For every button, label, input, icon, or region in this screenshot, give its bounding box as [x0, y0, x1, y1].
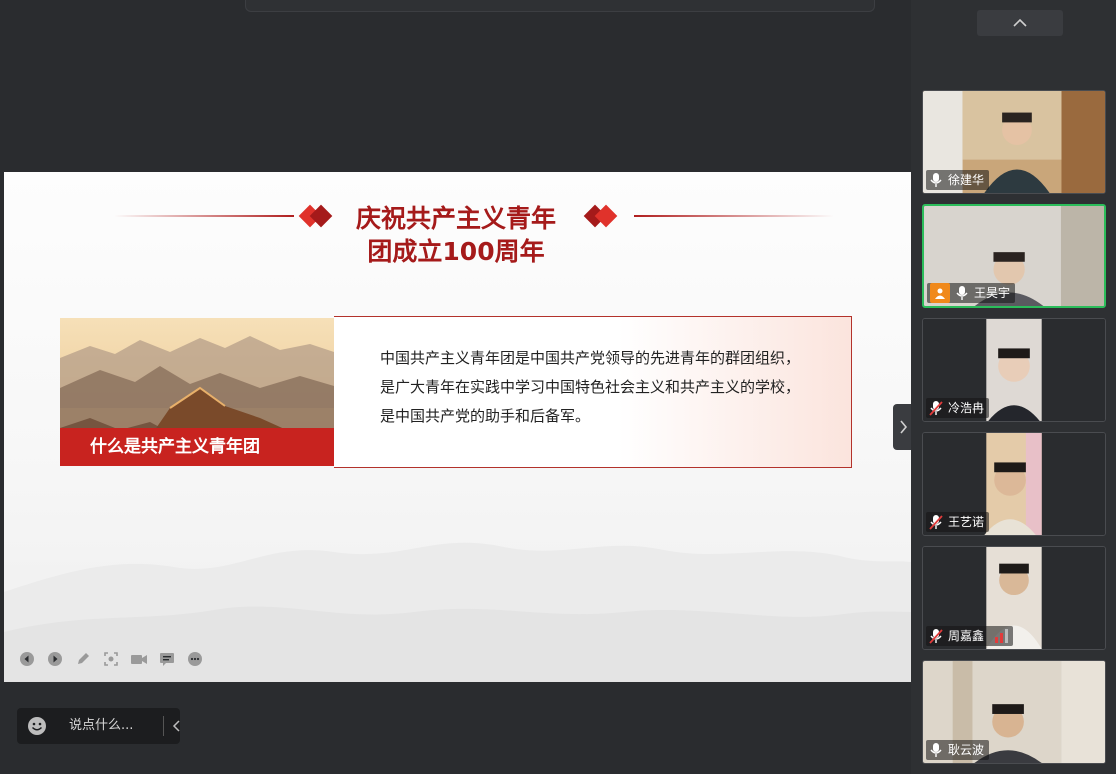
- camera-icon[interactable]: [130, 650, 148, 668]
- participant-tile-active[interactable]: 王昊宇: [922, 204, 1106, 308]
- chat-input[interactable]: 说点什么...: [69, 708, 159, 744]
- participant-nameplate: 周嘉鑫: [926, 626, 1014, 646]
- participant-nameplate: 王艺诺: [926, 512, 990, 532]
- microphone-icon: [930, 743, 942, 757]
- weak-signal-icon: [995, 629, 1009, 643]
- slide-title-line1: 庆祝共产主义青年: [355, 204, 556, 233]
- fit-screen-icon[interactable]: [102, 650, 120, 668]
- participant-name: 耿云波: [948, 743, 985, 757]
- participant-tile[interactable]: 王艺诺: [922, 432, 1106, 536]
- slide-title-block: 庆祝共产主义青年 团成立100周年: [114, 202, 834, 272]
- presentation-slide: 庆祝共产主义青年 团成立100周年 什么是共产主义青年团 中国共产主义青年团是中…: [4, 172, 911, 682]
- next-slide-icon[interactable]: [46, 650, 64, 668]
- slide-title-line2: 团成立100周年: [367, 237, 545, 266]
- microphone-muted-icon: [929, 515, 943, 530]
- participant-tile[interactable]: 冷浩冉: [922, 318, 1106, 422]
- participant-name: 徐建华: [948, 173, 985, 187]
- participant-name: 冷浩冉: [948, 401, 985, 415]
- participant-nameplate: 冷浩冉: [926, 398, 990, 418]
- participant-tile[interactable]: 耿云波: [922, 660, 1106, 764]
- participant-nameplate: 耿云波: [926, 740, 990, 760]
- host-icon: [930, 283, 950, 303]
- microphone-icon: [930, 173, 942, 187]
- microphone-icon: [956, 286, 968, 300]
- participant-name: 王艺诺: [948, 515, 985, 529]
- participant-tile[interactable]: 徐建华: [922, 90, 1106, 194]
- info-text-box: 中国共产主义青年团是中国共产党领导的先进青年的群团组织，是广大青年在实践中学习中…: [334, 316, 852, 468]
- pen-icon[interactable]: [74, 650, 92, 668]
- scroll-up-button[interactable]: [977, 10, 1063, 36]
- slide-title: 庆祝共产主义青年 团成立100周年: [336, 202, 576, 268]
- info-card: 什么是共产主义青年团 中国共产主义青年团是中国共产党领导的先进青年的群团组织，是…: [60, 316, 852, 468]
- image-caption: 什么是共产主义青年团: [60, 428, 334, 466]
- info-body-text: 中国共产主义青年团是中国共产党领导的先进青年的群团组织，是广大青年在实践中学习中…: [380, 349, 801, 425]
- prev-slide-icon[interactable]: [18, 650, 36, 668]
- screen-share-toolbar[interactable]: [245, 0, 875, 12]
- participant-tile[interactable]: 周嘉鑫: [922, 546, 1106, 650]
- subtitle-icon[interactable]: [158, 650, 176, 668]
- chevron-left-icon[interactable]: [169, 717, 185, 735]
- participant-name: 周嘉鑫: [948, 629, 985, 643]
- mountain-image: 什么是共产主义青年团: [60, 318, 334, 466]
- chat-input-bar: 说点什么...: [17, 708, 180, 744]
- chat-divider: [163, 716, 164, 736]
- microphone-muted-icon: [929, 401, 943, 416]
- microphone-muted-icon: [929, 629, 943, 644]
- participant-nameplate: 徐建华: [926, 170, 990, 190]
- more-icon[interactable]: [186, 650, 204, 668]
- participant-name: 王昊宇: [974, 286, 1011, 300]
- participant-nameplate: 王昊宇: [927, 283, 1016, 303]
- slide-control-toolbar: [18, 650, 204, 668]
- title-decoration-line-left: [114, 215, 294, 217]
- title-decoration-line-right: [634, 215, 834, 217]
- meeting-window: 庆祝共产主义青年 团成立100周年 什么是共产主义青年团 中国共产主义青年团是中…: [0, 0, 1116, 774]
- mountain-mist-background: [4, 542, 911, 682]
- chevron-up-icon: [1013, 18, 1027, 27]
- emoji-icon[interactable]: [27, 716, 47, 736]
- shared-screen-area: 庆祝共产主义青年 团成立100周年 什么是共产主义青年团 中国共产主义青年团是中…: [0, 0, 911, 774]
